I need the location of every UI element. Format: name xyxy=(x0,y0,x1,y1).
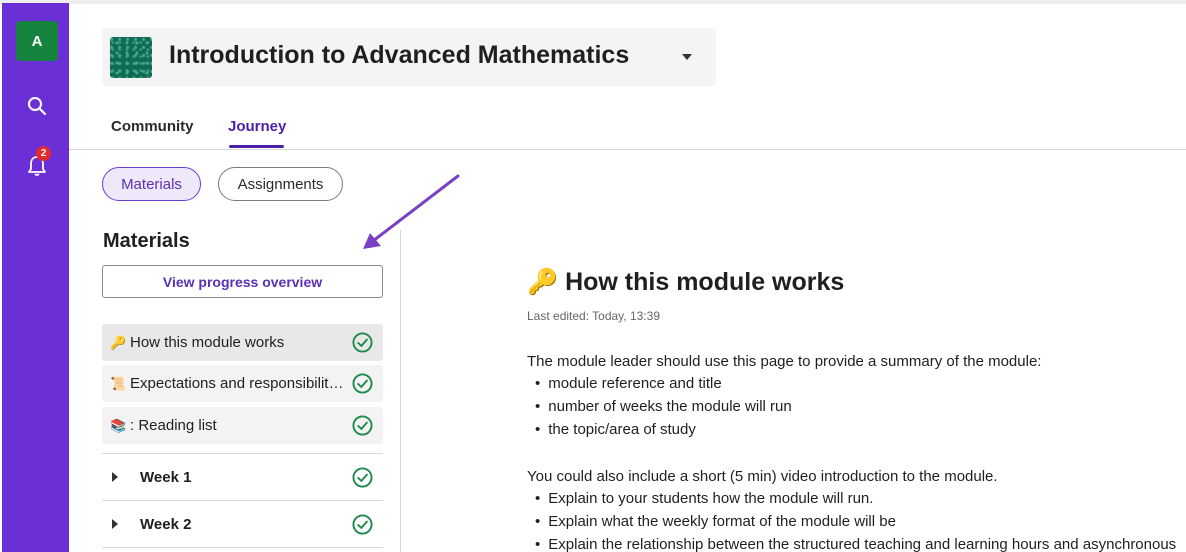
material-item-reading-list[interactable]: 📚 : Reading list xyxy=(102,407,383,444)
material-item-label: : Reading list xyxy=(130,417,217,434)
intro-bullet-list: module reference and title number of wee… xyxy=(535,372,792,441)
list-item: the topic/area of study xyxy=(535,418,792,441)
annotation-arrow-icon xyxy=(363,174,460,249)
list-divider xyxy=(102,547,383,548)
week-label: Week 1 xyxy=(140,468,192,486)
assignments-filter-button[interactable]: Assignments xyxy=(218,167,343,201)
view-progress-overview-button[interactable]: View progress overview xyxy=(102,265,383,298)
course-title: Introduction to Advanced Mathematics xyxy=(169,41,630,69)
video-bullet-list: Explain to your students how the module … xyxy=(535,487,1176,552)
course-thumbnail xyxy=(110,37,152,78)
material-item-label: Expectations and responsibilities xyxy=(130,375,345,392)
materials-filter-button[interactable]: Materials xyxy=(102,167,201,201)
list-item: Explain the relationship between the str… xyxy=(535,533,1176,552)
last-edited-timestamp: Last edited: Today, 13:39 xyxy=(527,309,660,323)
week-1-row[interactable]: Week 1 xyxy=(102,454,383,500)
user-avatar[interactable]: A xyxy=(16,21,58,61)
list-item: Explain to your students how the module … xyxy=(535,487,1176,510)
material-item-expectations[interactable]: 📜 Expectations and responsibilities xyxy=(102,365,383,402)
material-item-how-this-module-works[interactable]: 🔑 How this module works xyxy=(102,324,383,361)
panel-divider xyxy=(400,230,401,552)
video-intro-paragraph: You could also include a short (5 min) v… xyxy=(527,468,998,485)
tabs-divider xyxy=(69,149,1186,150)
week-label: Week 2 xyxy=(140,515,192,533)
window-top-edge xyxy=(0,0,1186,4)
week-2-row[interactable]: Week 2 xyxy=(102,501,383,547)
sidebar-title: Materials xyxy=(103,230,190,252)
scroll-icon: 📜 xyxy=(110,375,127,391)
expand-triangle-icon[interactable] xyxy=(112,519,118,529)
completed-check-icon xyxy=(352,373,373,394)
course-header[interactable]: Introduction to Advanced Mathematics xyxy=(102,28,716,86)
list-item: Explain what the weekly format of the mo… xyxy=(535,510,1176,533)
completed-check-icon xyxy=(352,332,373,353)
expand-triangle-icon[interactable] xyxy=(112,472,118,482)
books-icon: 📚 xyxy=(110,417,127,433)
completed-check-icon xyxy=(352,466,373,488)
material-item-label: How this module works xyxy=(130,334,285,351)
page-title: 🔑 How this module works xyxy=(527,268,844,297)
key-icon: 🔑 xyxy=(527,268,559,296)
left-rail: A xyxy=(2,3,69,552)
tab-journey[interactable]: Journey xyxy=(228,118,286,135)
notification-badge: 2 xyxy=(36,146,51,161)
course-dropdown-caret-icon[interactable] xyxy=(682,54,692,60)
active-tab-indicator xyxy=(229,145,284,148)
completed-check-icon xyxy=(352,513,373,535)
completed-check-icon xyxy=(352,415,373,436)
page-title-text: How this module works xyxy=(565,268,845,296)
list-item: number of weeks the module will run xyxy=(535,395,791,418)
key-icon: 🔑 xyxy=(110,334,127,350)
tab-community[interactable]: Community xyxy=(111,118,194,135)
list-item: module reference and title xyxy=(535,372,792,395)
search-icon[interactable] xyxy=(24,93,50,119)
intro-paragraph: The module leader should use this page t… xyxy=(527,353,1042,370)
